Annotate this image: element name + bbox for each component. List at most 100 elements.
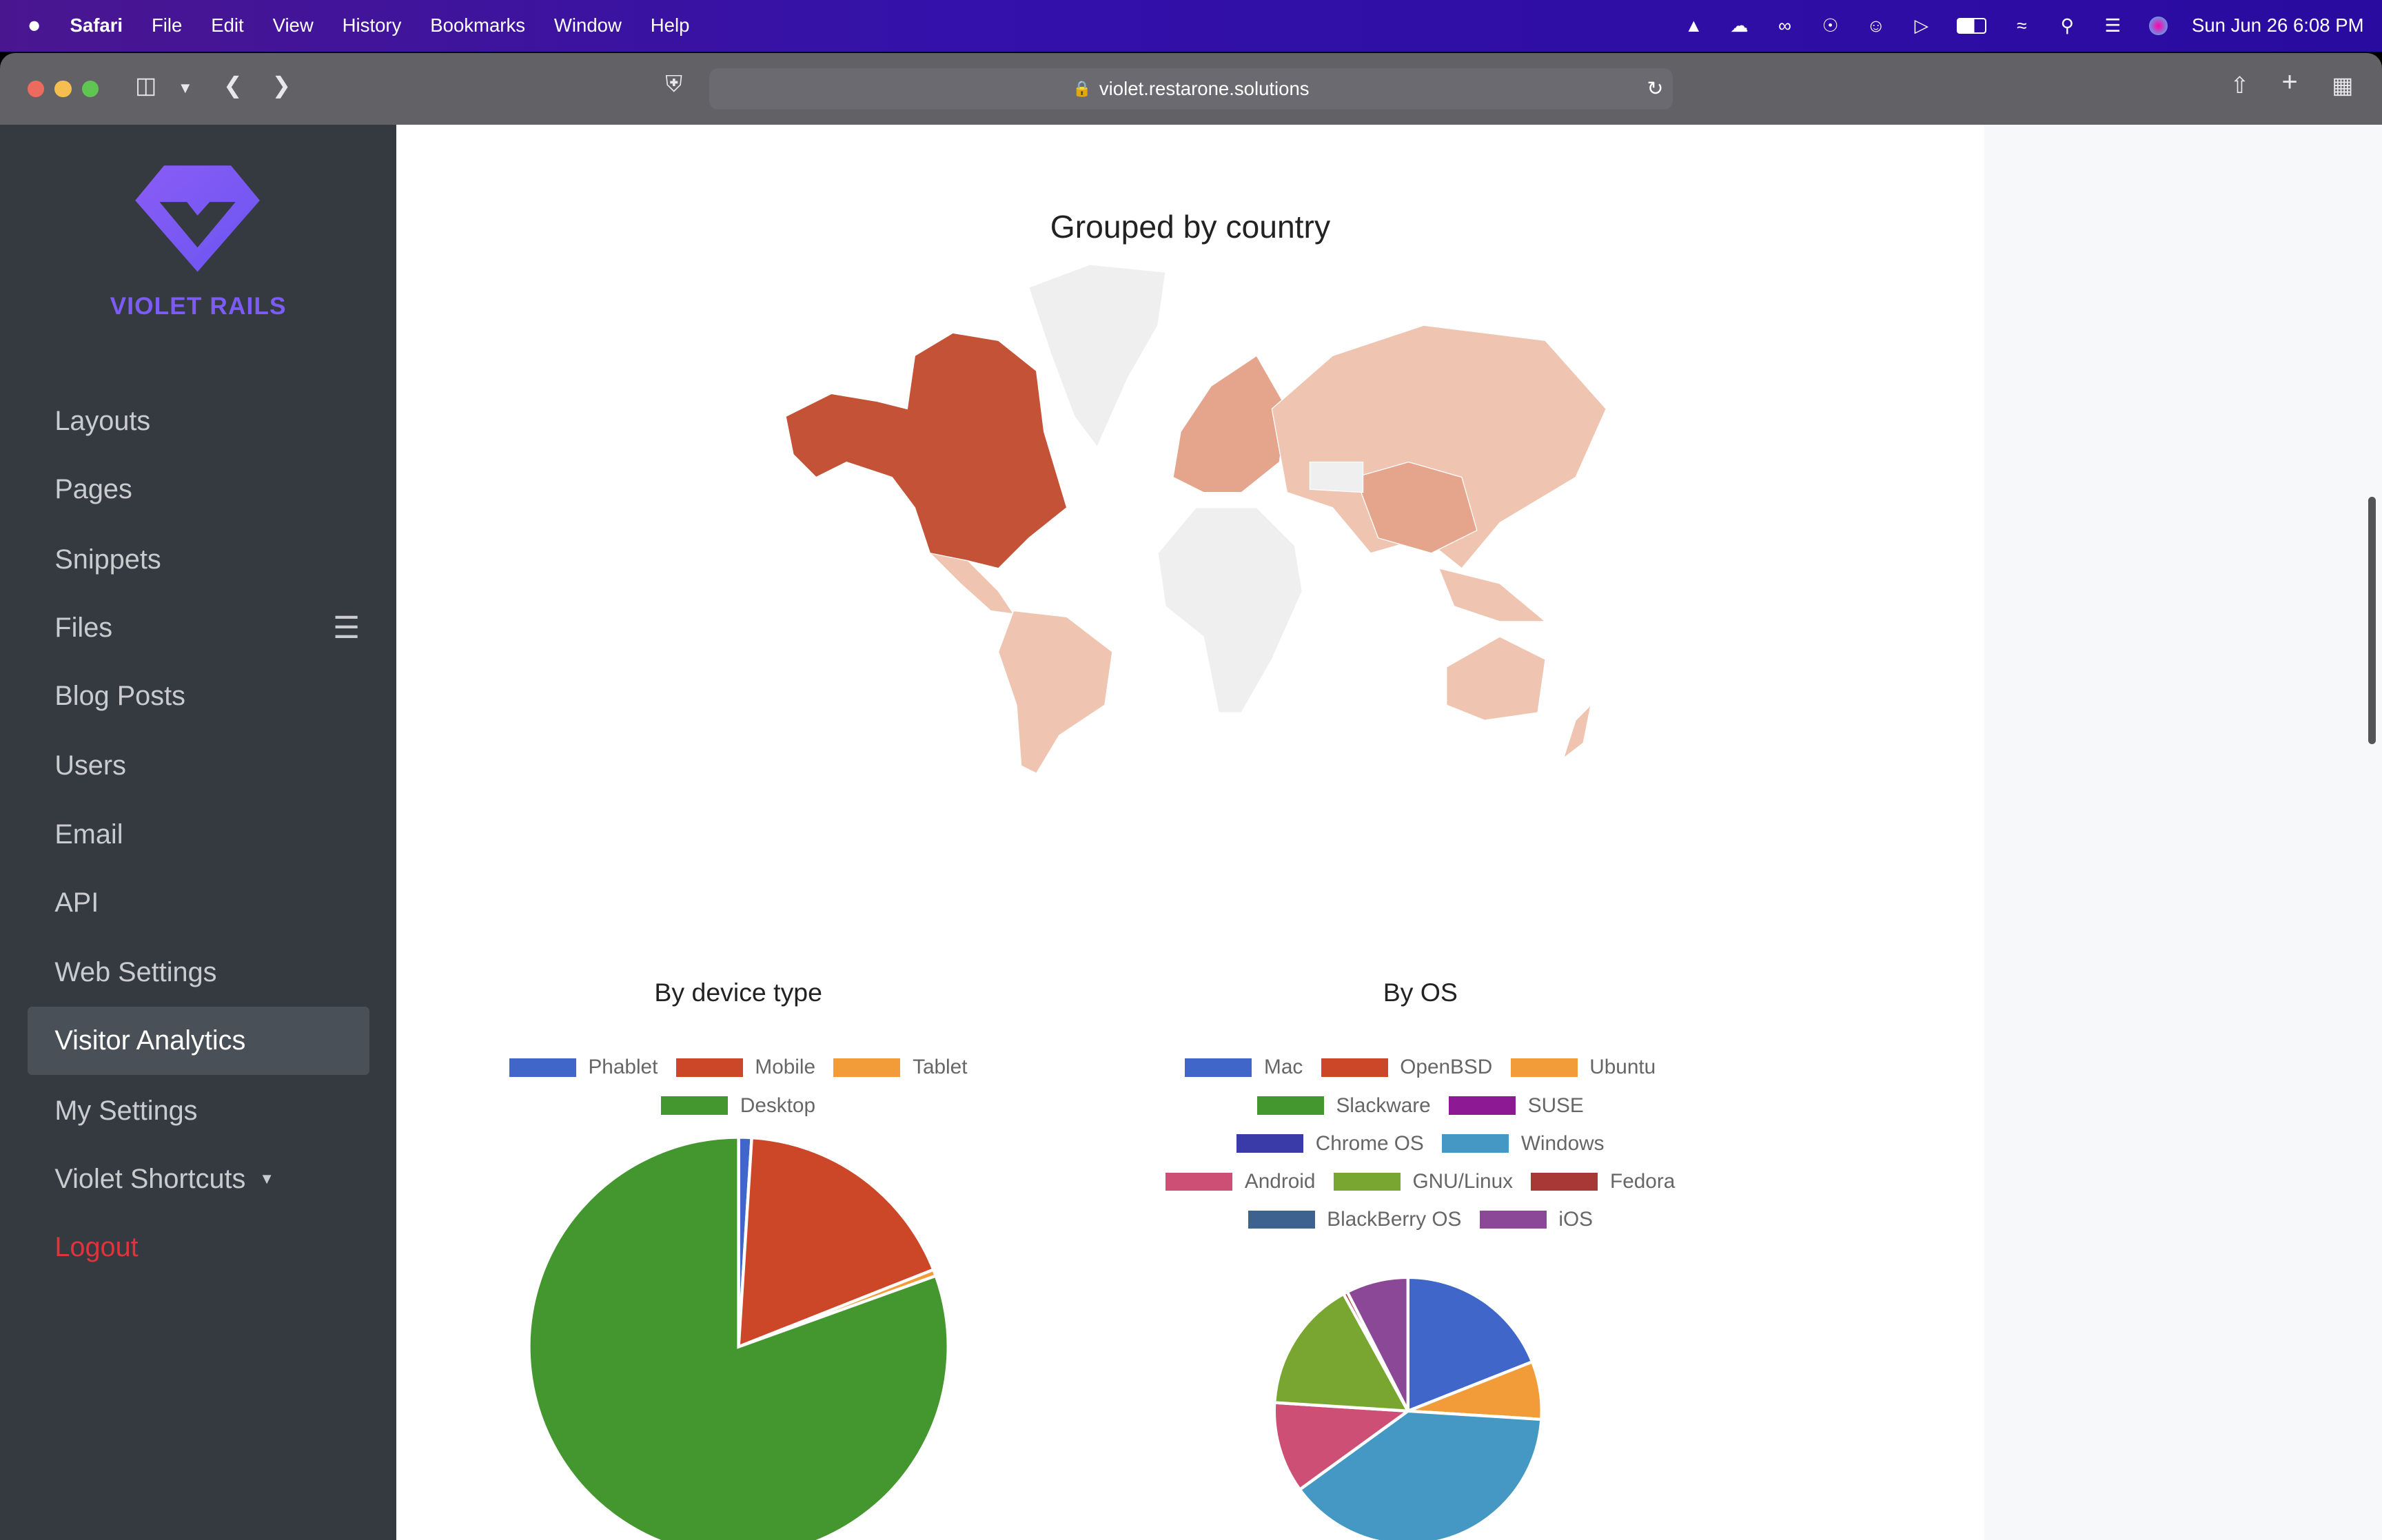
scrollbar[interactable]: [2368, 496, 2376, 744]
map-region-africa: [1157, 506, 1303, 713]
legend-swatch: [1479, 1210, 1547, 1229]
legend-item[interactable]: Android: [1165, 1168, 1315, 1195]
reload-icon[interactable]: ↻: [1647, 76, 1663, 101]
sidebar-item-violet-shortcuts[interactable]: Violet Shortcuts ▼: [28, 1145, 369, 1213]
legend-item[interactable]: Windows: [1442, 1130, 1605, 1158]
cloud-sync-icon[interactable]: ☁: [1727, 15, 1751, 37]
sidebar-item-label: Web Settings: [54, 957, 217, 988]
legend-item[interactable]: Tablet: [833, 1054, 967, 1082]
legend-label: GNU/Linux: [1412, 1169, 1514, 1193]
legend-label: Windows: [1520, 1131, 1605, 1155]
map-region-australia: [1445, 635, 1546, 721]
onepassword-icon[interactable]: ☉: [1818, 15, 1842, 37]
menu-view[interactable]: View: [273, 14, 314, 37]
chevron-down-icon[interactable]: ▼: [178, 79, 193, 97]
legend-swatch: [1510, 1058, 1578, 1077]
map-region-new-zealand: [1562, 703, 1591, 759]
device-pie-chart[interactable]: [518, 1127, 959, 1540]
legend-item[interactable]: iOS: [1479, 1206, 1593, 1233]
sidebar-item-email[interactable]: Email: [28, 801, 369, 869]
legend-item[interactable]: Fedora: [1531, 1168, 1675, 1195]
legend-item[interactable]: Chrome OS: [1236, 1130, 1424, 1158]
legend-swatch: [509, 1058, 576, 1077]
hamburger-menu-icon[interactable]: ☰: [333, 610, 360, 646]
vlc-icon[interactable]: ▲: [1682, 15, 1706, 37]
legend-label: iOS: [1558, 1207, 1593, 1231]
map-region-greenland: [1028, 264, 1166, 448]
control-center-icon[interactable]: ☰: [2101, 15, 2125, 37]
right-panel: [1984, 124, 2382, 1540]
sidebar-item-users[interactable]: Users: [28, 732, 369, 800]
user-icon[interactable]: ☺: [1864, 15, 1888, 37]
privacy-shield-icon[interactable]: ⛨: [665, 72, 682, 98]
new-tab-icon[interactable]: +: [2282, 67, 2298, 98]
sidebar-item-label: Logout: [54, 1232, 139, 1263]
glasses-icon[interactable]: ∞: [1773, 15, 1797, 37]
sidebar-item-files[interactable]: Files ☰: [28, 594, 369, 662]
close-window-button[interactable]: [27, 80, 44, 98]
menu-bookmarks[interactable]: Bookmarks: [430, 14, 525, 37]
siri-icon[interactable]: [2146, 15, 2170, 37]
sidebar-item-logout[interactable]: Logout: [28, 1213, 369, 1282]
wifi-icon[interactable]: ≈: [2010, 15, 2034, 37]
sidebar-item-label: My Settings: [54, 1095, 198, 1126]
world-map[interactable]: [785, 264, 1609, 788]
sidebar-toggle-icon[interactable]: ◫: [135, 72, 156, 99]
legend-swatch: [1165, 1172, 1233, 1191]
sidebar-item-web-settings[interactable]: Web Settings: [28, 938, 369, 1007]
legend-label: Desktop: [740, 1094, 816, 1117]
legend-swatch: [1449, 1096, 1516, 1115]
sidebar-item-label: Violet Shortcuts: [54, 1163, 246, 1194]
legend-item[interactable]: Ubuntu: [1510, 1054, 1656, 1082]
legend-item[interactable]: OpenBSD: [1321, 1054, 1493, 1082]
legend-item[interactable]: GNU/Linux: [1333, 1168, 1514, 1195]
legend-item[interactable]: Slackware: [1256, 1092, 1431, 1120]
device-chart-title: By device type: [654, 978, 822, 1007]
back-icon[interactable]: ❮: [223, 72, 243, 99]
play-icon[interactable]: ▷: [1909, 15, 1933, 37]
menu-edit[interactable]: Edit: [211, 14, 243, 37]
menu-history[interactable]: History: [343, 14, 402, 37]
sidebar-item-pages[interactable]: Pages: [28, 455, 369, 524]
tab-overview-icon[interactable]: ▦: [2332, 72, 2353, 99]
os-pie-chart[interactable]: [1268, 1271, 1572, 1540]
legend-label: Tablet: [913, 1056, 968, 1079]
legend-item[interactable]: Mobile: [675, 1054, 816, 1082]
sidebar-item-visitor-analytics[interactable]: Visitor Analytics: [27, 1007, 369, 1076]
legend-swatch: [1236, 1134, 1304, 1153]
menu-file[interactable]: File: [152, 14, 182, 37]
legend-label: OpenBSD: [1400, 1056, 1493, 1079]
legend-label: SUSE: [1527, 1094, 1584, 1117]
address-bar[interactable]: 🔒 violet.restarone.solutions ↻: [709, 68, 1673, 110]
sidebar-item-my-settings[interactable]: My Settings: [28, 1077, 369, 1145]
minimize-window-button[interactable]: [54, 80, 72, 98]
sidebar-item-blog-posts[interactable]: Blog Posts: [28, 662, 369, 730]
apple-menu-icon[interactable]: ●: [28, 12, 41, 39]
legend-label: Android: [1244, 1169, 1316, 1193]
forward-icon[interactable]: ❯: [272, 72, 292, 99]
legend-item[interactable]: BlackBerry OS: [1248, 1206, 1461, 1233]
menu-app-name[interactable]: Safari: [70, 14, 123, 37]
sidebar-item-label: Pages: [54, 474, 132, 505]
sidebar-item-layouts[interactable]: Layouts: [28, 387, 369, 455]
violet-rails-logo[interactable]: [134, 164, 261, 274]
menu-window[interactable]: Window: [554, 14, 622, 37]
sidebar-item-snippets[interactable]: Snippets: [28, 526, 369, 594]
menubar-clock[interactable]: Sun Jun 26 6:08 PM: [2192, 14, 2364, 37]
share-icon[interactable]: ⇧: [2230, 72, 2250, 99]
lock-icon: 🔒: [1072, 79, 1092, 97]
legend-label: Mobile: [755, 1056, 816, 1079]
menu-help[interactable]: Help: [651, 14, 690, 37]
legend-item[interactable]: SUSE: [1449, 1092, 1584, 1120]
legend-item[interactable]: Phablet: [509, 1054, 658, 1082]
legend-item[interactable]: Desktop: [661, 1092, 815, 1120]
battery-icon[interactable]: [1955, 15, 1988, 37]
search-icon[interactable]: ⚲: [2055, 15, 2079, 37]
sidebar-item-label: Blog Posts: [54, 681, 185, 712]
map-region-north-america: [785, 331, 1068, 577]
sidebar-item-api[interactable]: API: [28, 869, 369, 937]
macos-menubar: ● Safari File Edit View History Bookmark…: [0, 0, 2382, 52]
brand-name: VIOLET RAILS: [110, 293, 287, 320]
legend-label: Mac: [1264, 1056, 1303, 1079]
legend-item[interactable]: Mac: [1185, 1054, 1303, 1082]
